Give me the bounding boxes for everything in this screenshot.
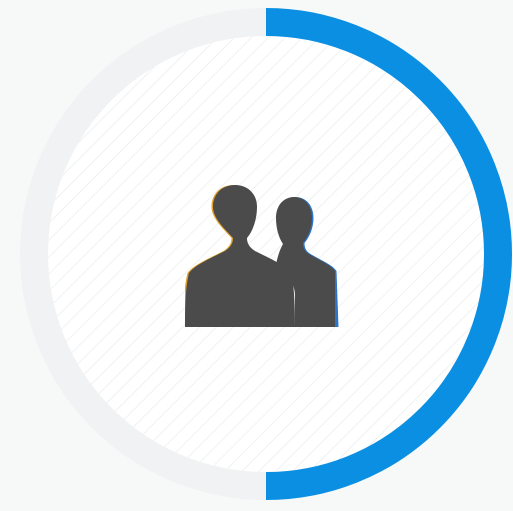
progress-widget <box>0 0 513 511</box>
users-icon <box>185 185 345 327</box>
